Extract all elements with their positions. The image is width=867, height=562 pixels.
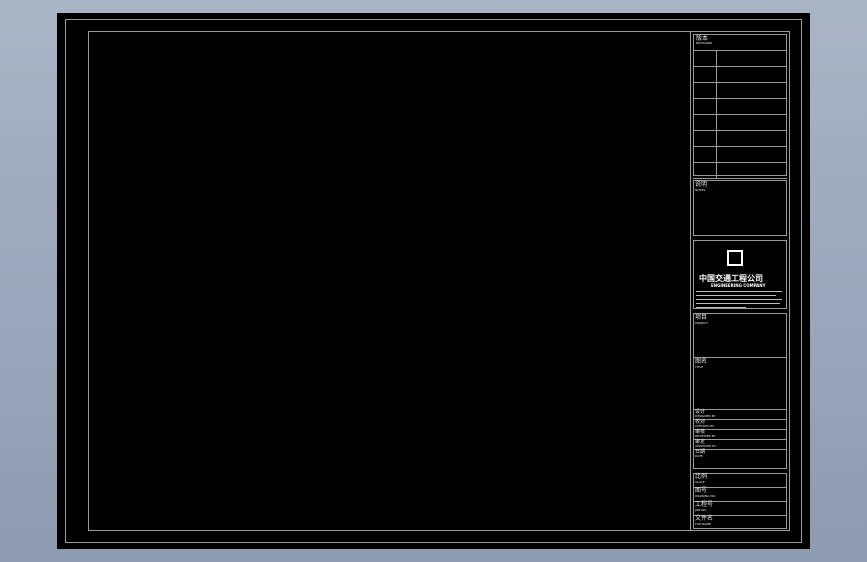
revision-row-line: [693, 98, 787, 99]
revision-row-line: [693, 146, 787, 147]
revision-row-line: [693, 82, 787, 83]
signoff-label-en: DATE: [695, 454, 703, 458]
signoff-label-en: APPROVED BY: [695, 444, 717, 448]
signoff-row-line: [693, 449, 787, 450]
signoff-label-en: CHECKED BY: [695, 424, 715, 428]
drawing-info-label-en: DRAWING NO.: [695, 494, 716, 498]
drawing-info-row-line: [693, 487, 787, 488]
revision-row-line: [693, 66, 787, 67]
company-fine-print: [696, 291, 784, 308]
signoff-row-line: [693, 429, 787, 430]
revision-column-line: [716, 50, 717, 178]
revision-row-line: [693, 162, 787, 163]
company-logo: [727, 250, 743, 266]
notes-section: [693, 180, 787, 236]
signoff-label-en: DESIGNED BY: [695, 414, 716, 418]
revision-row-line: [693, 130, 787, 131]
signoff-row-line: [693, 419, 787, 420]
signoff-row-line: [693, 409, 787, 410]
drawing-viewport[interactable]: 版本 REVISIONS 说明 NOTES 中国交通工程公司 ENGINEERI…: [57, 13, 810, 549]
notes-subtitle: NOTES: [695, 188, 706, 192]
revision-row-line: [693, 114, 787, 115]
company-name-en: ENGINEERING COMPANY: [711, 283, 766, 288]
signoff-label-en: REVIEWED BY: [695, 434, 716, 438]
revision-row-line: [693, 178, 787, 179]
drawing-area-border: [88, 31, 790, 531]
revision-subtitle: REVISIONS: [696, 41, 713, 45]
title-block: 版本 REVISIONS 说明 NOTES 中国交通工程公司 ENGINEERI…: [690, 31, 790, 531]
title-subtitle: TITLE: [695, 365, 704, 369]
company-name-cn: 中国交通工程公司: [699, 274, 763, 283]
drawing-info-label-en: JOB NO.: [695, 508, 707, 512]
drawing-info-label-en: SCALE: [695, 480, 705, 484]
revision-section: [693, 34, 787, 176]
revision-row-line: [693, 50, 787, 51]
signoff-row-line: [693, 439, 787, 440]
drawing-info-label-en: FILE NAME: [695, 522, 711, 526]
project-subtitle: PROJECT: [695, 321, 708, 325]
